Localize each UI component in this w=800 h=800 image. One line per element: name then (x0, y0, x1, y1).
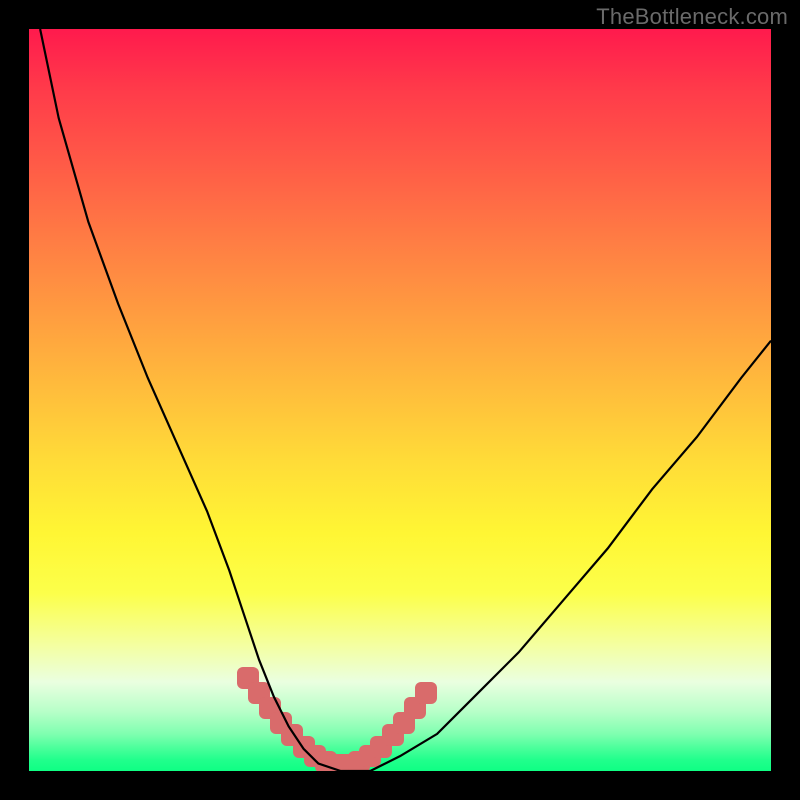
chart-stage: TheBottleneck.com (0, 0, 800, 800)
curve-layer (29, 29, 771, 771)
watermark-text: TheBottleneck.com (596, 4, 788, 30)
bottleneck-curve (40, 29, 771, 771)
plot-area (29, 29, 771, 771)
